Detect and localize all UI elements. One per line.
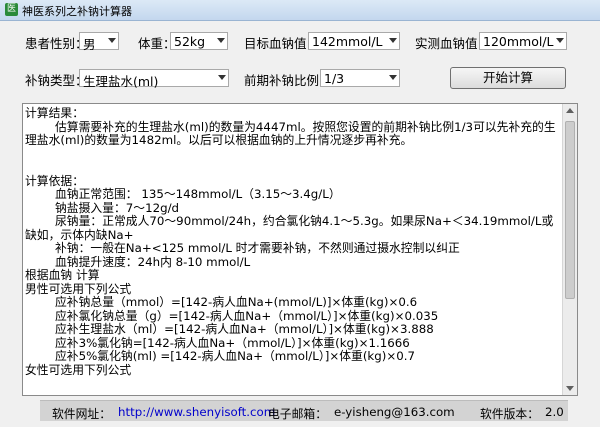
result-line: 补钠：一般在Na+<125 mmol/L 时才需要补钠，不然则通过摄水控制以纠正 [25, 241, 460, 255]
scroll-down-icon[interactable] [566, 386, 574, 391]
version-label: 软件版本： [480, 407, 539, 421]
email-value: e-yisheng@163.com [334, 405, 455, 419]
chevron-down-icon [218, 75, 226, 80]
weight-select[interactable]: 52kg [170, 32, 228, 50]
start-calculate-button[interactable]: 开始计算 [450, 67, 566, 89]
result-line: 应补生理盐水（ml）=[142-病人血Na+（mmol/L）]×体重(kg)×3… [25, 322, 434, 336]
result-line: 男性可选用下列公式 [25, 281, 132, 296]
target-sodium-value: 142mmol/L [312, 34, 383, 49]
app-icon: 医 [5, 3, 18, 16]
gender-value: 男 [83, 37, 96, 52]
result-textarea[interactable]: 计算结果： 估算需要补充的生理盐水(ml)的数量为4447ml。按照您设置的前期… [22, 103, 578, 396]
email-label: 电子邮箱： [268, 407, 327, 421]
chevron-down-icon [108, 38, 116, 43]
vertical-scrollbar[interactable] [562, 104, 577, 395]
measured-sodium-select[interactable]: 120mmol/L [479, 32, 567, 50]
chevron-down-icon [556, 38, 564, 43]
measured-sodium-value: 120mmol/L [483, 34, 554, 49]
status-bar: 软件网址： http://www.shenyisoft.com 电子邮箱： e-… [40, 400, 568, 421]
result-line: 血钠正常范围： 135～148mmol/L（3.15～3.4g/L） [25, 187, 341, 201]
sodium-type-select[interactable]: 生理盐水(ml) [79, 69, 229, 89]
chevron-down-icon [389, 38, 397, 43]
result-line: 应补3%氯化钠=[142-病人血Na+（mmol/L）]×体重(kg)×1.16… [25, 335, 410, 350]
result-line: 估算需要补充的生理盐水(ml)的数量为4447ml。按照您设置的前期补钠比例1/… [25, 119, 556, 147]
result-line: 计算结果： [25, 106, 84, 120]
ratio-select[interactable]: 1/3 [320, 69, 400, 87]
result-line: 女性可选用下列公式 [25, 362, 132, 377]
weight-value: 52kg [174, 34, 206, 49]
website-link[interactable]: http://www.shenyisoft.com [118, 405, 275, 419]
sodium-type-value: 生理盐水(ml) [83, 74, 159, 89]
version-value: 2.0 [545, 405, 564, 419]
result-line: 计算依据： [25, 173, 84, 188]
chevron-down-icon [217, 38, 225, 43]
website-label: 软件网址： [52, 407, 111, 421]
result-line: 应补氯化钠总量（g）=[142-病人血Na+（mmol/L）]×体重(kg)×0… [25, 308, 439, 323]
result-line [25, 148, 561, 162]
scroll-up-icon[interactable] [566, 108, 574, 113]
target-sodium-select[interactable]: 142mmol/L [308, 32, 400, 50]
result-line: 根据血钠 计算 [25, 268, 100, 282]
scroll-thumb[interactable] [565, 121, 575, 299]
result-line: 钠盐摄入量：7～12g/d [25, 200, 180, 215]
title-bar: 医 神医系列之补钠计算器 [0, 0, 600, 21]
window-title: 神医系列之补钠计算器 [22, 5, 132, 18]
result-line: 应补钠总量（mmol）=[142-病人血Na+(mmol/L)]×体重(kg)×… [25, 295, 418, 309]
ratio-value: 1/3 [324, 71, 345, 86]
result-line: 血钠提升速度：24h内 8-10 mmol/L [25, 254, 251, 269]
result-line [25, 161, 561, 175]
ratio-label: 前期补钠比例： [244, 73, 332, 88]
result-line: 尿钠量：正常成人70～90mmol/24h，约合氯化钠4.1～5.3g。如果尿N… [25, 214, 554, 242]
result-text: 计算结果： 估算需要补充的生理盐水(ml)的数量为4447ml。按照您设置的前期… [25, 106, 561, 377]
gender-select[interactable]: 男 [79, 32, 119, 52]
result-line: 应补5%氯化钠(ml) =[142-病人血Na+（mmol/L）]×体重(kg)… [25, 349, 415, 363]
chevron-down-icon [389, 75, 397, 80]
